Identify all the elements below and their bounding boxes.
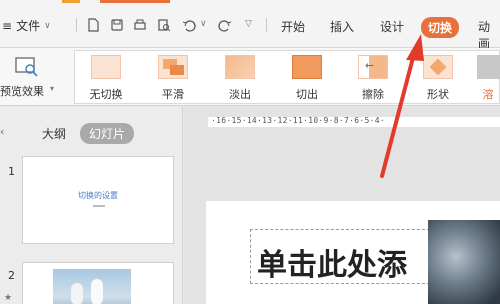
effect-label: 溶 [482, 88, 494, 101]
tab-insert[interactable]: 插入 [330, 18, 354, 35]
effect-smooth[interactable]: 平滑 [148, 55, 198, 103]
effect-fade-thumb [225, 55, 255, 79]
save-icon[interactable] [110, 18, 124, 32]
print-preview-icon[interactable] [157, 18, 171, 32]
divider [76, 18, 77, 32]
effect-wipe[interactable]: ← 擦除 [348, 55, 398, 103]
slide-number: 2 [8, 269, 15, 282]
preview-effect-button[interactable]: 预览效果 ▾ [0, 52, 62, 102]
undo-dropdown-icon[interactable]: ∨ [200, 19, 207, 29]
redo-icon[interactable] [218, 18, 232, 32]
effect-label: 形状 [427, 88, 449, 101]
effect-fade[interactable]: 淡出 [215, 55, 265, 103]
effect-none-thumb [91, 55, 121, 79]
effect-cut[interactable]: 切出 [282, 55, 332, 103]
horizontal-ruler: ·16·15·14·13·12·11·10·9·8·7·6·5·4· [208, 116, 500, 127]
slides-panel: ‹ 大纲 幻灯片 1 切换的设置 2 ★ [0, 107, 183, 304]
effect-label: 无切换 [89, 88, 123, 101]
effect-shape[interactable]: 形状 [413, 55, 463, 103]
slide-image[interactable] [428, 220, 500, 304]
slide-editor: ·16·15·14·13·12·11·10·9·8·7·6·5·4· 单击此处添 [184, 107, 500, 304]
file-menu[interactable]: ≡ 文件 ∨ [2, 17, 51, 34]
effect-label: 淡出 [229, 88, 251, 101]
title-toolbar: ≡ 文件 ∨ ∨ ▽ 开始 插入 设计 切换 动画 [0, 0, 500, 51]
hamburger-icon: ≡ [2, 18, 13, 33]
file-menu-label: 文件 [16, 19, 41, 33]
effect-label: 平滑 [162, 88, 184, 101]
tab-transition[interactable]: 切换 [421, 17, 460, 38]
slide-thumbnail-title: 切换的设置 [78, 191, 118, 200]
effect-shape-thumb [423, 55, 453, 79]
title-placeholder[interactable]: 单击此处添 [250, 229, 440, 284]
effect-wipe-thumb: ← [358, 55, 388, 79]
tab-slides[interactable]: 幻灯片 [80, 123, 135, 144]
undo-icon[interactable] [182, 18, 196, 32]
new-document-icon[interactable] [86, 18, 100, 32]
customize-toolbar-icon[interactable]: ▽ [245, 19, 252, 29]
effect-none[interactable]: 无切换 [81, 55, 131, 103]
accent-strip [62, 0, 80, 3]
preview-icon [15, 57, 38, 77]
pelican-photo [53, 269, 131, 304]
slide-thumbnail-1[interactable]: 切换的设置 [22, 156, 174, 244]
transition-ribbon: 预览效果 ▾ 无切换 平滑 淡出 切出 ← 擦除 形状 溶 [0, 48, 500, 106]
effect-cut-thumb [292, 55, 322, 79]
slide-thumbnail-2[interactable] [22, 262, 174, 304]
tab-animation[interactable]: 动画 [478, 18, 500, 52]
preview-effect-label: 预览效果 [0, 85, 44, 98]
collapse-pane-icon[interactable]: ‹ [0, 125, 4, 138]
title-placeholder-text: 单击此处添 [257, 248, 407, 283]
chevron-down-icon: ▾ [50, 84, 55, 93]
effect-dissolve[interactable]: 溶 [473, 55, 500, 103]
effect-dissolve-thumb [477, 55, 500, 79]
tab-outline[interactable]: 大纲 [42, 125, 66, 142]
slide-thumbnail-subtitle [93, 205, 105, 207]
divider [266, 18, 267, 32]
effect-label: 擦除 [362, 88, 384, 101]
accent-strip-active [100, 0, 170, 3]
chevron-down-icon: ∨ [44, 20, 51, 31]
print-icon[interactable] [133, 18, 147, 32]
effect-smooth-thumb [158, 55, 188, 79]
slide-number: 1 [8, 165, 15, 178]
star-icon: ★ [4, 293, 13, 303]
effect-label: 切出 [296, 88, 318, 101]
tab-home[interactable]: 开始 [281, 18, 305, 35]
ruler-labels: ·16·15·14·13·12·11·10·9·8·7·6·5·4· [211, 116, 385, 125]
tab-design[interactable]: 设计 [380, 18, 404, 35]
transition-gallery: 无切换 平滑 淡出 切出 ← 擦除 形状 溶 [74, 50, 500, 104]
